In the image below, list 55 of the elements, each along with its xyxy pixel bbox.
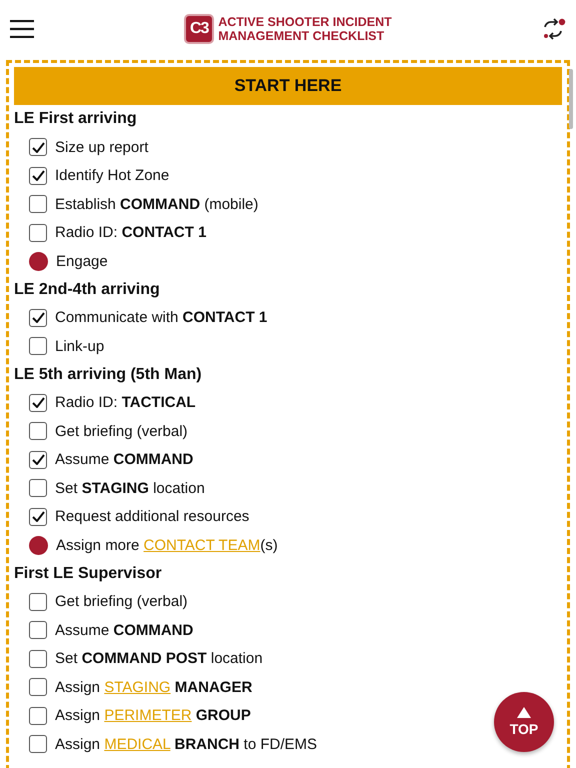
- checkbox[interactable]: [29, 166, 47, 185]
- start-here-banner[interactable]: START HERE: [14, 67, 562, 105]
- checkbox[interactable]: [29, 224, 47, 242]
- top-button[interactable]: TOP: [494, 692, 554, 752]
- checklist-item-text: Set COMMAND POST location: [55, 650, 263, 668]
- section-heading: First LE Supervisor: [14, 564, 163, 584]
- sync-icon[interactable]: [542, 17, 566, 41]
- up-triangle-icon: [517, 707, 531, 718]
- scrollbar[interactable]: [569, 69, 573, 129]
- checklist-item-text: Radio ID: CONTACT 1: [55, 224, 206, 242]
- checkbox[interactable]: [29, 337, 47, 356]
- checklist-item-text: Establish COMMAND (mobile): [55, 196, 258, 213]
- checkbox[interactable]: [29, 735, 47, 754]
- checklist-item-text: Get briefing (verbal): [55, 422, 188, 440]
- menu-icon[interactable]: [10, 20, 34, 38]
- checklist-item-text: Assume COMMAND: [55, 622, 194, 639]
- checklist-item-text: Communicate with CONTACT 1: [55, 309, 268, 326]
- checkbox[interactable]: [29, 621, 47, 640]
- checklist-item-text: Size up report: [55, 138, 148, 156]
- section-heading: LE 5th arriving (5th Man): [14, 364, 203, 384]
- checkbox[interactable]: [29, 650, 47, 668]
- checkbox[interactable]: [29, 138, 47, 156]
- checkbox[interactable]: [29, 195, 47, 214]
- section-heading: LE First arriving: [14, 109, 138, 129]
- checkbox[interactable]: [29, 308, 47, 327]
- checkbox[interactable]: [29, 479, 47, 498]
- checkbox[interactable]: [29, 592, 47, 611]
- checkbox[interactable]: [29, 394, 47, 412]
- checklist-item-text: Set STAGING location: [55, 480, 205, 497]
- checklist-item-text: Assign more CONTACT TEAM(s): [56, 536, 278, 554]
- checkbox[interactable]: [29, 422, 47, 440]
- app-title-line: ACTIVE SHOOTER INCIDENT: [218, 15, 392, 29]
- checkbox[interactable]: [29, 678, 47, 696]
- logo-mark: C3: [184, 14, 214, 44]
- checklist-item-text: Get briefing (verbal): [55, 593, 188, 610]
- link[interactable]: PERIMETER: [104, 707, 192, 724]
- link[interactable]: CONTACT TEAM: [144, 536, 260, 554]
- checklist-item-text: Link-up: [55, 338, 104, 355]
- app-title-line: MANAGEMENT CHECKLIST: [218, 29, 386, 43]
- link[interactable]: STAGING: [104, 678, 171, 696]
- checklist-item-text: Request additional resources: [55, 508, 250, 526]
- checklist-item-text: Assign PERIMETER GROUP: [55, 707, 251, 724]
- section-heading: LE 2nd-4th arriving: [14, 280, 161, 300]
- checkbox[interactable]: [29, 450, 47, 469]
- action-dot-icon: [29, 252, 48, 271]
- checklist-item-text: Identify Hot Zone: [55, 167, 170, 184]
- checklist-item-text: Engage: [56, 252, 108, 270]
- action-dot-icon: [29, 536, 48, 555]
- checklist-item-text: Assign MEDICAL BRANCH to FD/EMS: [55, 736, 318, 753]
- checklist-item-text: Assume COMMAND: [55, 451, 194, 468]
- checkbox[interactable]: [29, 508, 47, 526]
- checklist-item-text: Assign STAGING MANAGER: [55, 678, 252, 696]
- link[interactable]: MEDICAL: [104, 736, 170, 753]
- checklist-item-text: Radio ID: TACTICAL: [55, 394, 196, 412]
- checkbox[interactable]: [29, 706, 47, 725]
